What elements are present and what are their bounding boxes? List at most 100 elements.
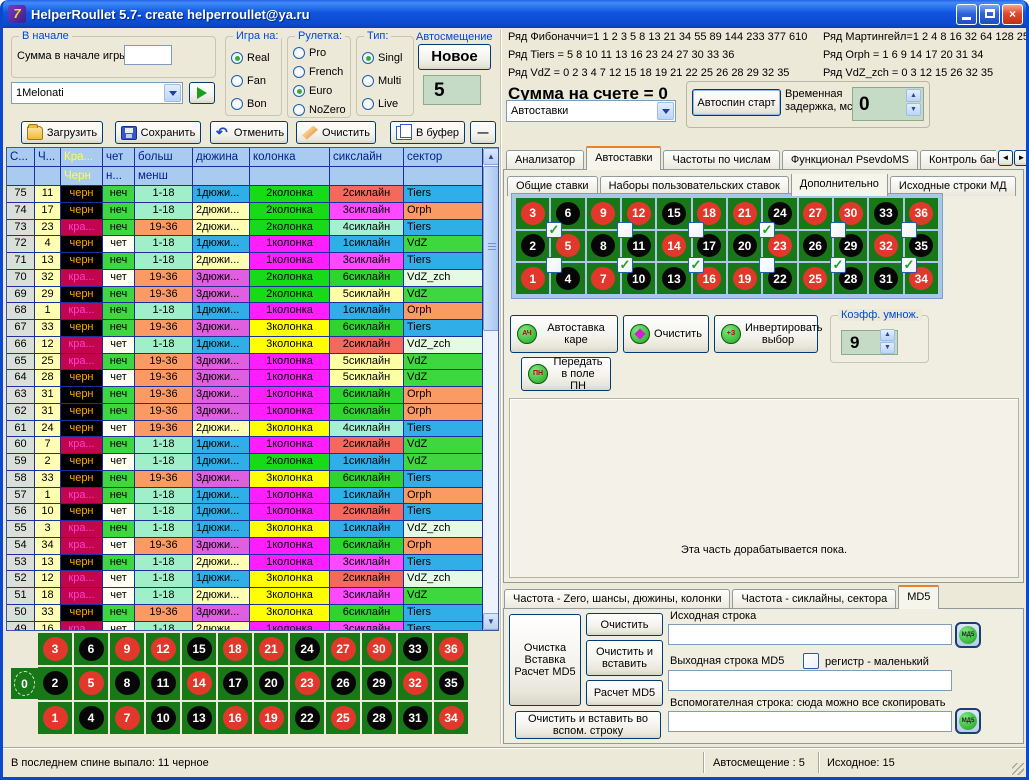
table-row[interactable]: 5434кра...чет19-363дюжи...1колонка6сикла… (7, 538, 498, 555)
board-cell-14[interactable]: 14 (657, 231, 690, 262)
undo-button[interactable]: ↶Отменить (210, 121, 288, 144)
start-sum-input[interactable] (124, 45, 172, 65)
board-cell-21[interactable]: 21 (254, 633, 288, 665)
board-cell-30[interactable]: 30 (362, 633, 396, 665)
buffer-button[interactable]: В буфер (390, 121, 465, 144)
spins-table[interactable]: С...Ч...Кра...четбольшдюжинаколонкасиксл… (6, 147, 499, 631)
table-row[interactable]: 5212кра...чет1-181дюжи...3колонка2сиклай… (7, 571, 498, 588)
clear-selection-button[interactable]: Очистить (623, 315, 709, 353)
table-row[interactable]: 6124чернчет19-362дюжи...3колонка4сиклайн… (7, 421, 498, 438)
spin-down-button[interactable]: ▼ (906, 103, 921, 116)
radio-french[interactable]: French (293, 62, 346, 81)
register-checkbox[interactable] (803, 653, 819, 669)
transfer-button[interactable]: ПН Передать в поле ПН (521, 357, 611, 391)
board-cell-1[interactable]: 1 (516, 263, 549, 294)
autospin-start-button[interactable]: Автоспин старт (692, 89, 781, 116)
radio-nozero[interactable]: NoZero (293, 100, 346, 119)
table-row[interactable]: 681кра...неч1-181дюжи...1колонка1сиклайн… (7, 303, 498, 320)
table-row[interactable]: 7113черннеч1-182дюжи...1колонка3сиклайнT… (7, 253, 498, 270)
bottom-tab-1[interactable]: Частота - Zero, шансы, дюжины, колонки (504, 589, 730, 609)
table-row[interactable]: 5313черннеч1-182дюжи...1колонка3сиклайнT… (7, 555, 498, 572)
kare-checkbox[interactable] (688, 222, 704, 238)
table-row[interactable]: 6525кра...неч19-363дюжи...1колонка5сикла… (7, 354, 498, 371)
table-row[interactable]: 6612кра...чет1-181дюжи...3колонка2сиклай… (7, 337, 498, 354)
chevron-down-icon[interactable] (657, 102, 674, 120)
tab-scroll-left-button[interactable]: ◄ (998, 150, 1013, 166)
radio-multi[interactable]: Multi (362, 69, 402, 92)
zero-cell[interactable]: 0 (11, 668, 38, 699)
table-row[interactable]: 553кра...неч1-181дюжи...3колонка1сиклайн… (7, 521, 498, 538)
minimize-button[interactable] (956, 4, 977, 25)
table-row[interactable]: 7511черннеч1-181дюжи...2колонка2сиклайнT… (7, 186, 498, 203)
table-scrollbar[interactable]: ▲ ▼ (483, 148, 499, 630)
radio-live[interactable]: Live (362, 92, 402, 115)
board-cell-11[interactable]: 11 (146, 667, 180, 699)
board-cell-21[interactable]: 21 (728, 198, 761, 229)
spin-down-button[interactable]: ▼ (880, 342, 895, 354)
board-cell-28[interactable]: 28 (362, 702, 396, 734)
md5-big-button[interactable]: Очистка Вставка Расчет MD5 (509, 614, 581, 706)
sub-tab-3[interactable]: Дополнительно (791, 174, 888, 196)
bottom-tab-3[interactable]: MD5 (898, 585, 939, 609)
radio-euro[interactable]: Euro (293, 81, 346, 100)
table-row[interactable]: 6231черннеч19-363дюжи...1колонка6сиклайн… (7, 404, 498, 421)
scroll-down-button[interactable]: ▼ (483, 613, 499, 630)
table-row[interactable]: 5118кра...чет1-182дюжи...3колонка3сиклай… (7, 588, 498, 605)
board-cell-17[interactable]: 17 (218, 667, 252, 699)
scroll-thumb[interactable] (483, 166, 499, 331)
kare-checkbox-checked[interactable]: ✓ (759, 222, 775, 238)
kare-checkbox-checked[interactable]: ✓ (617, 257, 633, 273)
board-cell-19[interactable]: 19 (728, 263, 761, 294)
board-cell-27[interactable]: 27 (326, 633, 360, 665)
board-cell-13[interactable]: 13 (182, 702, 216, 734)
table-row[interactable]: 5833черннеч19-363дюжи...3колонка6сиклайн… (7, 471, 498, 488)
chevron-down-icon[interactable] (164, 84, 181, 102)
table-row[interactable]: 6929черннеч19-363дюжи...2колонка5сиклайн… (7, 287, 498, 304)
kare-checkbox-checked[interactable]: ✓ (688, 257, 704, 273)
table-row[interactable]: 5033черннеч19-363дюжи...3колонка6сиклайн… (7, 605, 498, 622)
table-row[interactable]: 4916кра...чет1-182дюжи...1колонка3сиклай… (7, 622, 498, 632)
autobet-kare-button[interactable]: АЧ Автоставка каре (510, 315, 618, 353)
board-cell-4[interactable]: 4 (74, 702, 108, 734)
radio-real[interactable]: Real (231, 46, 270, 69)
board-cell-18[interactable]: 18 (218, 633, 252, 665)
kare-checkbox[interactable] (617, 222, 633, 238)
md5-out-input[interactable] (668, 670, 952, 691)
kare-checkbox-checked[interactable]: ✓ (830, 257, 846, 273)
board-cell-35[interactable]: 35 (434, 667, 468, 699)
save-button[interactable]: Сохранить (115, 121, 201, 144)
radio-fan[interactable]: Fan (231, 69, 270, 92)
md5-clear-button[interactable]: Очистить (586, 613, 663, 636)
main-tab-1[interactable]: Анализатор (506, 150, 584, 170)
kare-checkbox-checked[interactable]: ✓ (901, 257, 917, 273)
table-row[interactable]: 7417черннеч1-182дюжи...2колонка3сиклайнO… (7, 203, 498, 220)
radio-singl[interactable]: Singl (362, 46, 402, 69)
main-tab-5[interactable]: Контроль банкрол (920, 150, 996, 170)
clear-button[interactable]: Очистить (296, 121, 376, 144)
board-cell-8[interactable]: 8 (110, 667, 144, 699)
main-tab-2[interactable]: Автоставки (586, 146, 661, 170)
board-cell-20[interactable]: 20 (728, 231, 761, 262)
board-cell-20[interactable]: 20 (254, 667, 288, 699)
board-cell-9[interactable]: 9 (587, 198, 620, 229)
board-cell-25[interactable]: 25 (326, 702, 360, 734)
board-cell-31[interactable]: 31 (398, 702, 432, 734)
kare-checkbox[interactable] (901, 222, 917, 238)
board-cell-3[interactable]: 3 (516, 198, 549, 229)
board-cell-12[interactable]: 12 (146, 633, 180, 665)
board-cell-32[interactable]: 32 (398, 667, 432, 699)
table-row[interactable]: 571кра...неч1-181дюжи...1колонка1сиклайн… (7, 488, 498, 505)
close-button[interactable]: × (1002, 4, 1023, 25)
kare-checkbox[interactable] (759, 257, 775, 273)
board-cell-26[interactable]: 26 (326, 667, 360, 699)
table-row[interactable]: 6428чернчет19-363дюжи...1колонка5сиклайн… (7, 370, 498, 387)
table-row[interactable]: 6733черннеч19-363дюжи...3колонка6сиклайн… (7, 320, 498, 337)
profile-play-button[interactable] (189, 82, 215, 104)
tab-scroll-right-button[interactable]: ► (1014, 150, 1029, 166)
autobets-combo[interactable]: Автоставки (506, 100, 676, 122)
board-cell-7[interactable]: 7 (110, 702, 144, 734)
board-cell-7[interactable]: 7 (587, 263, 620, 294)
spin-up-button[interactable]: ▲ (906, 89, 921, 102)
table-row[interactable]: 607кра...неч1-181дюжи...1колонка2сиклайн… (7, 437, 498, 454)
md5-clear-paste-aux-button[interactable]: Очистить и вставить во вспом. строку (515, 711, 661, 739)
